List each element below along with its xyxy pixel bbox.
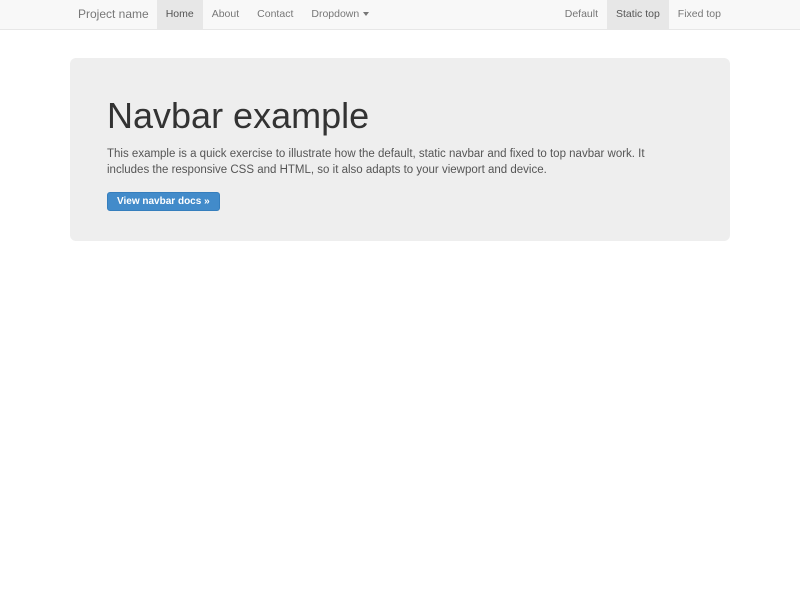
page-title: Navbar example	[107, 96, 693, 136]
jumbotron: Navbar example This example is a quick e…	[70, 58, 730, 241]
caret-down-icon	[363, 12, 369, 16]
nav-item-static-top[interactable]: Static top	[607, 0, 669, 29]
description-line: This example is a quick exercise to illu…	[107, 146, 693, 162]
navbar-container: Project name Home About Contact Dropdown…	[70, 0, 730, 29]
nav-item-about[interactable]: About	[203, 0, 248, 29]
nav-item-contact[interactable]: Contact	[248, 0, 302, 29]
view-navbar-docs-button[interactable]: View navbar docs »	[107, 192, 220, 211]
description-line: includes the responsive CSS and HTML, so…	[107, 162, 693, 178]
navbar: Project name Home About Contact Dropdown…	[0, 0, 800, 30]
nav-item-home[interactable]: Home	[157, 0, 203, 29]
navbar-right-nav: Default Static top Fixed top	[556, 0, 730, 29]
jumbotron-description: This example is a quick exercise to illu…	[107, 146, 693, 178]
nav-item-default[interactable]: Default	[556, 0, 607, 29]
navbar-left-nav: Home About Contact Dropdown	[157, 0, 379, 29]
navbar-brand[interactable]: Project name	[70, 0, 157, 29]
nav-item-dropdown[interactable]: Dropdown	[302, 0, 378, 29]
dropdown-label: Dropdown	[311, 8, 359, 20]
nav-item-fixed-top[interactable]: Fixed top	[669, 0, 730, 29]
